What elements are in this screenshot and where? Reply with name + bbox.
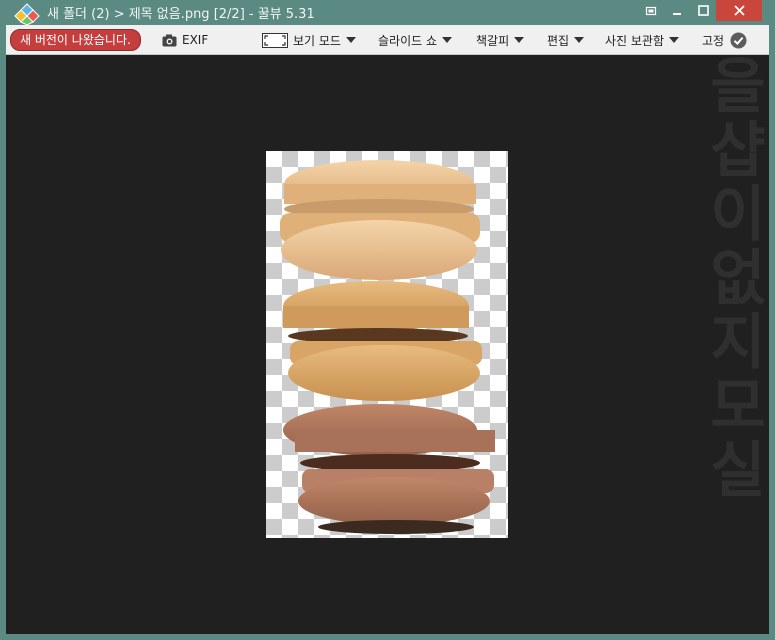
honeyview-diamond-icon [14, 3, 40, 25]
check-circle-icon [730, 32, 747, 48]
exif-label: EXIF [182, 33, 209, 47]
main-toolbar: 새 버전이 나왔습니다. EXIF 보기 모드 슬라이드 쇼 책갈피 편집 사진… [6, 25, 769, 55]
slideshow-menu[interactable]: 슬라이드 쇼 [378, 32, 453, 48]
always-on-top-button[interactable] [640, 0, 662, 21]
fix-toggle[interactable]: 고정 [702, 32, 747, 48]
watermark-text: 을 샵 이 없 지 모 실 [710, 55, 766, 506]
chevron-down-icon [514, 37, 525, 43]
camera-icon [162, 34, 177, 46]
exif-button[interactable]: EXIF [162, 32, 208, 48]
macaron-stack-image [280, 160, 495, 534]
photo-archive-label: 사진 보관함 [605, 33, 665, 48]
edit-menu[interactable]: 편집 [547, 32, 585, 48]
chevron-down-icon [669, 37, 680, 43]
photo-archive-menu[interactable]: 사진 보관함 [605, 32, 680, 48]
minimize-icon [673, 12, 681, 15]
title-bar[interactable]: 새 폴더 (2) > 제목 없음.png [2/2] - 꿀뷰 5.31 [0, 0, 775, 25]
bookmark-label: 책갈피 [476, 33, 510, 48]
view-mode-menu[interactable]: 보기 모드 [262, 32, 356, 48]
edit-label: 편집 [547, 33, 570, 48]
chevron-down-icon [574, 37, 585, 43]
fit-screen-icon [262, 32, 288, 48]
close-icon [733, 5, 745, 16]
new-version-button[interactable]: 새 버전이 나왔습니다. [10, 29, 141, 51]
slideshow-label: 슬라이드 쇼 [378, 33, 438, 48]
close-button[interactable] [716, 0, 762, 21]
image-viewport[interactable]: 을 샵 이 없 지 모 실 [6, 55, 769, 634]
displayed-image[interactable] [266, 151, 508, 538]
bookmark-menu[interactable]: 책갈피 [476, 32, 525, 48]
pin-icon [645, 6, 657, 15]
chevron-down-icon [442, 37, 453, 43]
maximize-icon [697, 5, 709, 16]
window-title: 새 폴더 (2) > 제목 없음.png [2/2] - 꿀뷰 5.31 [47, 7, 315, 22]
chevron-down-icon [345, 37, 356, 43]
maximize-button[interactable] [690, 0, 716, 21]
honeyview-window: 새 폴더 (2) > 제목 없음.png [2/2] - 꿀뷰 5.31 새 버… [0, 0, 775, 640]
view-mode-label: 보기 모드 [293, 33, 341, 48]
minimize-button[interactable] [664, 0, 690, 21]
fix-label: 고정 [702, 33, 725, 48]
